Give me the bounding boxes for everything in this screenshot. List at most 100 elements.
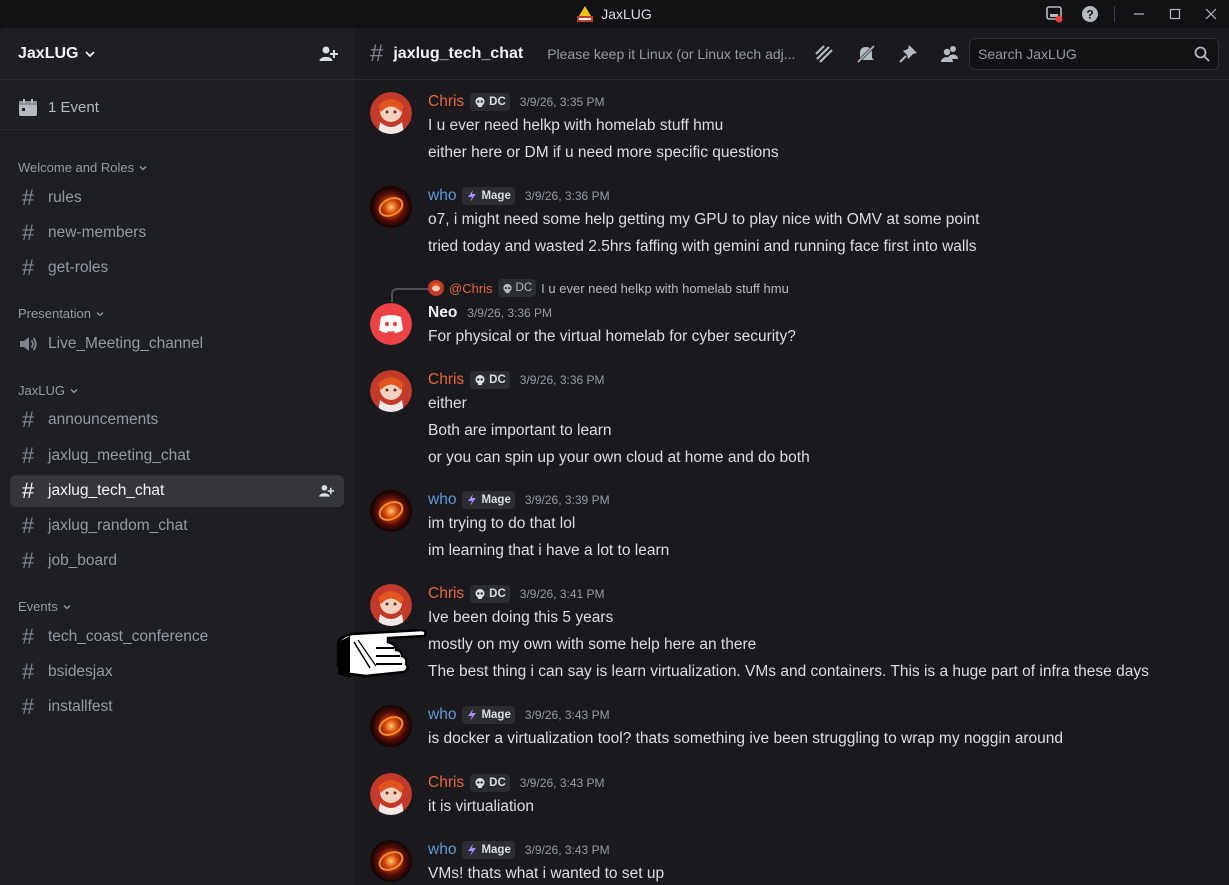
- timestamp: 3/9/26, 3:41 PM: [519, 587, 605, 601]
- avatar-who[interactable]: [370, 840, 412, 882]
- role-tag[interactable]: Mage: [462, 491, 515, 509]
- lightning-icon: [468, 494, 477, 506]
- author-name[interactable]: Chris: [428, 93, 464, 111]
- calendar-icon: [19, 98, 37, 116]
- timestamp: 3/9/26, 3:36 PM: [524, 189, 610, 203]
- channel-label: get-roles: [48, 259, 109, 276]
- author-name[interactable]: Chris: [428, 774, 464, 792]
- message-line: it is virtualiation: [428, 798, 534, 815]
- channel-title: jaxlug_tech_chat: [393, 44, 524, 62]
- avatar-who[interactable]: [370, 186, 412, 228]
- channel-announcements[interactable]: # announcements: [10, 404, 344, 436]
- close-icon[interactable]: [1193, 0, 1229, 28]
- role-tag[interactable]: DC: [470, 371, 510, 389]
- chevron-down-icon: [139, 165, 147, 170]
- role-tag[interactable]: DC: [470, 585, 510, 603]
- reply-author[interactable]: @Chris: [449, 281, 493, 296]
- tag-label: Mage: [481, 494, 511, 506]
- hash-icon: #: [370, 39, 384, 67]
- author-name[interactable]: who: [428, 841, 456, 859]
- channel-jaxlug-meeting-chat[interactable]: # jaxlug_meeting_chat: [10, 440, 344, 472]
- skull-icon: [502, 283, 512, 293]
- role-tag[interactable]: Mage: [462, 187, 515, 205]
- locked-hash-icon: #: [21, 513, 35, 538]
- channel-get-roles[interactable]: # get-roles: [10, 252, 344, 284]
- category-welcome-and-roles[interactable]: Welcome and Roles: [18, 160, 148, 175]
- inbox-icon[interactable]: [1036, 0, 1072, 28]
- channel-rules[interactable]: # rules: [10, 182, 344, 214]
- maximize-icon[interactable]: [1157, 0, 1193, 28]
- category-label: Presentation: [18, 306, 91, 321]
- role-tag[interactable]: DC: [470, 774, 510, 792]
- message-header: who Mage 3/9/26, 3:43 PM: [428, 705, 1218, 725]
- channel-installfest[interactable]: # installfest: [10, 691, 344, 723]
- avatar-chris[interactable]: [370, 92, 412, 134]
- create-invite-icon[interactable]: [318, 483, 334, 499]
- channel-new-members[interactable]: # new-members: [10, 217, 344, 249]
- channel-label: tech_coast_conference: [48, 628, 209, 645]
- role-tag[interactable]: DC: [470, 93, 510, 111]
- category-label: Welcome and Roles: [18, 160, 135, 175]
- window-title: JaxLUG: [601, 6, 652, 22]
- channel-jaxlug-random-chat[interactable]: # jaxlug_random_chat: [10, 510, 344, 542]
- reply-reference[interactable]: @Chris DC I u ever need helkp with homel…: [428, 279, 789, 297]
- window-controls: ?: [1036, 0, 1229, 28]
- message-line: or you can spin up your own cloud at hom…: [428, 449, 810, 466]
- speaker-icon: [20, 337, 37, 351]
- channel-jaxlug-tech-chat[interactable]: # jaxlug_tech_chat: [10, 475, 344, 507]
- message-header: Chris DC 3/9/26, 3:43 PM: [428, 773, 1218, 793]
- avatar-neo[interactable]: [370, 303, 412, 345]
- author-name[interactable]: who: [428, 491, 456, 509]
- avatar-chris[interactable]: [370, 370, 412, 412]
- message-body: Chris DC 3/9/26, 3:41 PM Ive been doing …: [428, 584, 1218, 685]
- message-header: Chris DC 3/9/26, 3:41 PM: [428, 584, 1218, 604]
- timestamp: 3/9/26, 3:43 PM: [524, 708, 610, 722]
- message-line: mostly on my own with some help here an …: [428, 636, 757, 653]
- threads-icon[interactable]: [813, 43, 835, 65]
- avatar-who[interactable]: [370, 490, 412, 532]
- author-name[interactable]: Chris: [428, 371, 464, 389]
- member-list-icon[interactable]: [939, 43, 961, 65]
- category-presentation[interactable]: Presentation: [18, 306, 105, 321]
- role-tag[interactable]: Mage: [462, 706, 515, 724]
- category-label: Events: [18, 599, 58, 614]
- message-body: Chris DC 3/9/26, 3:35 PM I u ever need h…: [428, 92, 1218, 166]
- lightning-icon: [468, 709, 477, 721]
- avatar-who[interactable]: [370, 705, 412, 747]
- help-icon[interactable]: ?: [1072, 0, 1108, 28]
- message-line: VMs! thats what i wanted to set up: [428, 865, 665, 882]
- channel-bsidesjax[interactable]: # bsidesjax: [10, 656, 344, 688]
- app-title-group: JaxLUG: [577, 6, 652, 22]
- minimize-icon[interactable]: [1121, 0, 1157, 28]
- channel-tech-coast-conference[interactable]: # tech_coast_conference: [10, 621, 344, 653]
- author-name[interactable]: Chris: [428, 585, 464, 603]
- channel-job-board[interactable]: # job_board: [10, 545, 344, 577]
- author-name[interactable]: who: [428, 706, 456, 724]
- avatar-chris[interactable]: [370, 773, 412, 815]
- message-header: who Mage 3/9/26, 3:43 PM: [428, 840, 1218, 860]
- message-header: Neo 3/9/26, 3:36 PM: [428, 303, 1218, 323]
- channel-label: jaxlug_tech_chat: [48, 482, 165, 499]
- tag-label: Mage: [481, 190, 511, 202]
- channel-label: new-members: [48, 224, 147, 241]
- message-line: tried today and wasted 2.5hrs faffing wi…: [428, 238, 977, 255]
- author-name[interactable]: Neo: [428, 304, 457, 322]
- hash-icon: #: [21, 443, 35, 468]
- avatar-chris[interactable]: [370, 584, 412, 626]
- role-tag[interactable]: Mage: [462, 841, 515, 859]
- server-header[interactable]: JaxLUG: [0, 28, 354, 80]
- pin-icon[interactable]: [897, 43, 919, 65]
- server-name-group[interactable]: JaxLUG: [18, 45, 96, 63]
- invite-people-icon[interactable]: [318, 44, 338, 64]
- category-jaxlug[interactable]: JaxLUG: [18, 383, 79, 398]
- events-row[interactable]: 1 Event: [0, 90, 354, 130]
- tag-label: DC: [489, 96, 506, 108]
- author-name[interactable]: who: [428, 187, 456, 205]
- notification-muted-icon[interactable]: [855, 43, 877, 65]
- search-input[interactable]: Search JaxLUG: [969, 38, 1219, 70]
- role-tag: DC: [497, 279, 537, 297]
- skull-icon: [475, 97, 485, 107]
- category-events[interactable]: Events: [18, 599, 72, 614]
- channel-live-meeting[interactable]: Live_Meeting_channel: [10, 328, 344, 360]
- channel-topic[interactable]: Please keep it Linux (or Linux tech adj.…: [547, 46, 795, 62]
